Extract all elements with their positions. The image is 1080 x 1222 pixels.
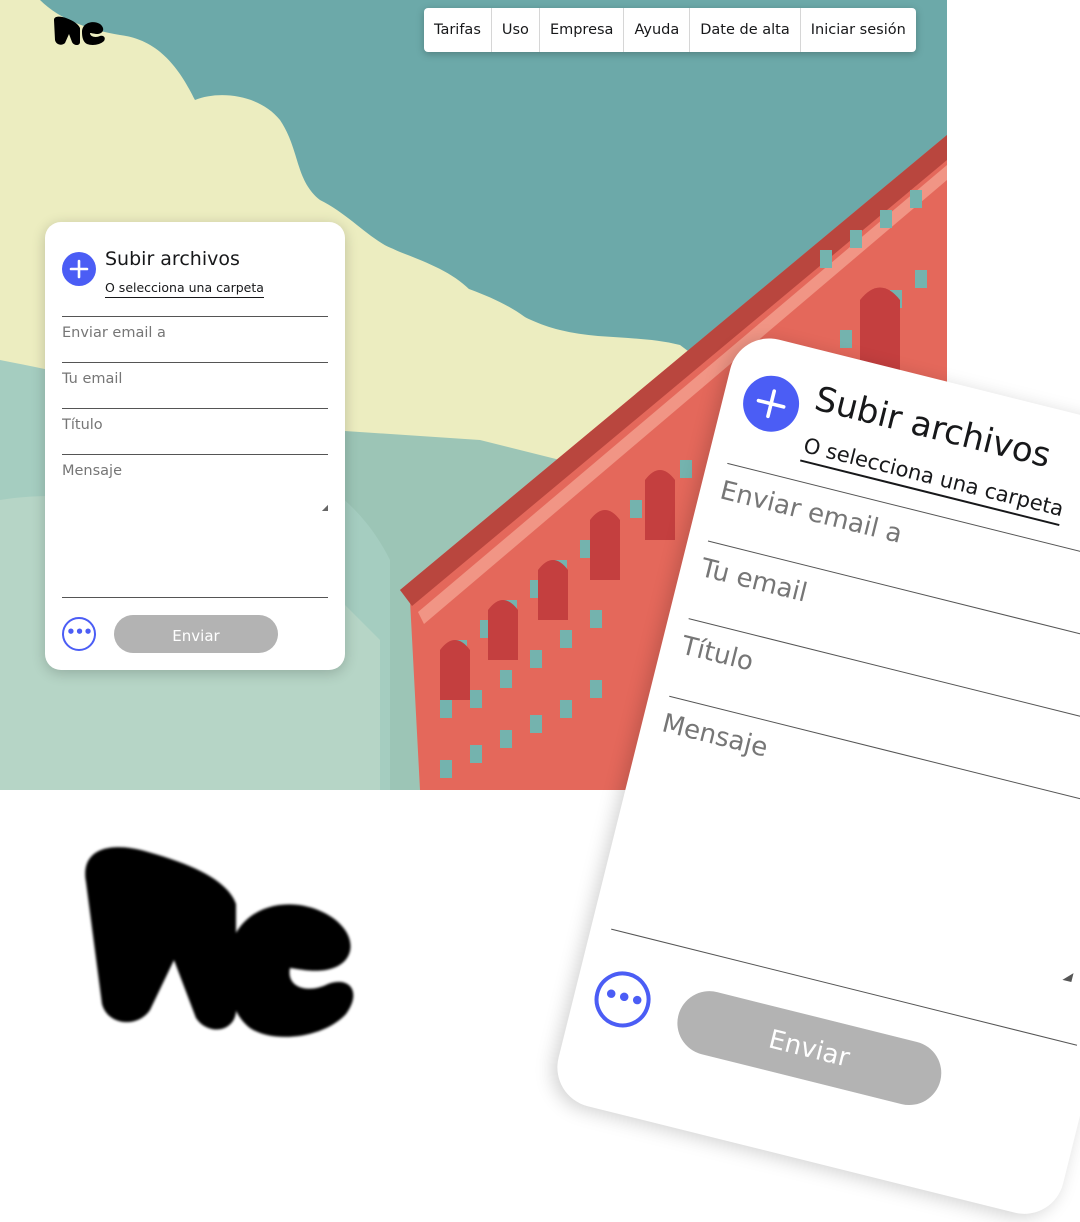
ellipsis-icon: ••• bbox=[600, 979, 646, 1016]
nav-item-tarifas[interactable]: Tarifas bbox=[424, 8, 492, 52]
nav-item-ayuda[interactable]: Ayuda bbox=[624, 8, 691, 52]
plus-icon bbox=[756, 389, 786, 419]
title-field bbox=[62, 408, 328, 454]
more-options-button[interactable]: ••• bbox=[62, 617, 96, 651]
top-navigation: Tarifas Uso Empresa Ayuda Date de alta I… bbox=[424, 8, 916, 52]
message-field: ◢ bbox=[62, 454, 328, 596]
email-to-input[interactable] bbox=[62, 317, 328, 341]
message-field-zoomed[interactable]: Mensaje bbox=[611, 695, 1080, 1045]
nav-item-login[interactable]: Iniciar sesión bbox=[801, 8, 916, 52]
nav-item-signup[interactable]: Date de alta bbox=[690, 8, 801, 52]
ellipsis-icon: ••• bbox=[66, 623, 93, 641]
wetransfer-logo-icon bbox=[85, 847, 354, 1037]
wetransfer-logo-icon[interactable] bbox=[52, 16, 108, 46]
message-textarea[interactable] bbox=[62, 455, 328, 511]
divider bbox=[62, 597, 328, 598]
your-email-field bbox=[62, 362, 328, 408]
send-button[interactable]: Enviar bbox=[114, 615, 278, 653]
email-to-field bbox=[62, 316, 328, 362]
add-files-button[interactable] bbox=[62, 252, 96, 286]
title-input[interactable] bbox=[62, 409, 328, 433]
your-email-input[interactable] bbox=[62, 363, 328, 387]
nav-item-empresa[interactable]: Empresa bbox=[540, 8, 625, 52]
add-files-button-zoomed[interactable] bbox=[737, 369, 806, 438]
upload-title[interactable]: Subir archivos bbox=[105, 248, 240, 270]
resize-grip-icon[interactable]: ◢ bbox=[322, 503, 328, 512]
more-options-button-zoomed[interactable]: ••• bbox=[588, 965, 657, 1034]
nav-item-uso[interactable]: Uso bbox=[492, 8, 540, 52]
select-folder-link[interactable]: O selecciona una carpeta bbox=[105, 280, 264, 298]
upload-card: Subir archivos O selecciona una carpeta … bbox=[45, 222, 345, 670]
plus-icon bbox=[69, 259, 89, 279]
